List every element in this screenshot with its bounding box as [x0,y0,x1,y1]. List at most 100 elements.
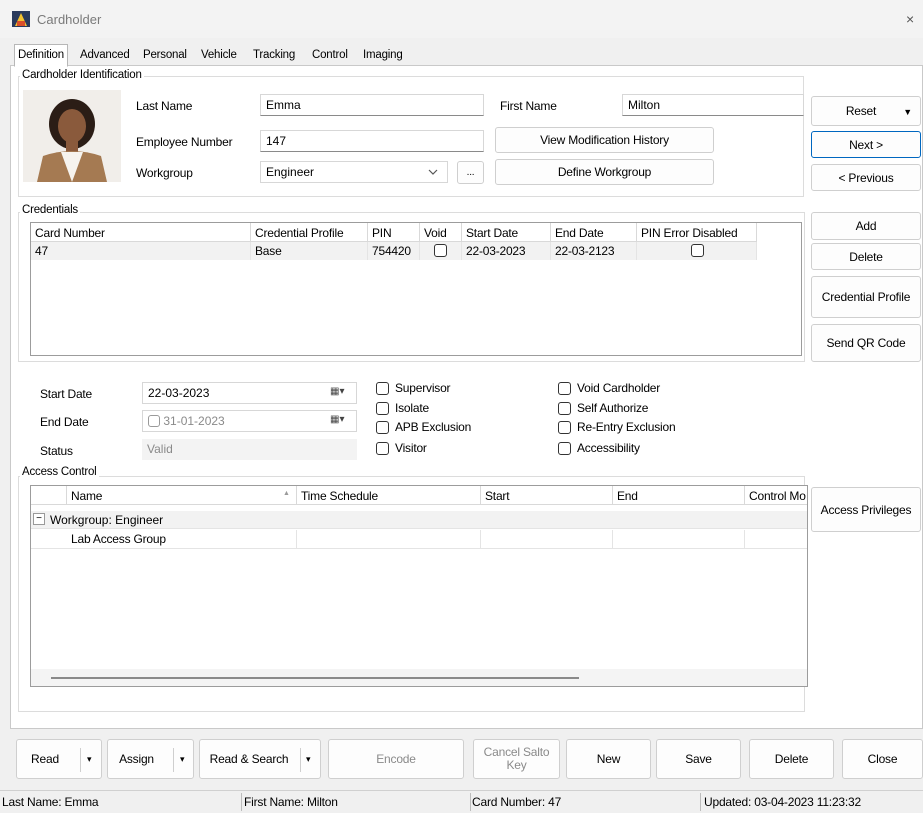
cell-card-number: 47 [31,242,251,260]
end-date-picker[interactable]: 31-01-2023 [142,410,357,432]
tab-imaging[interactable]: Imaging [359,44,407,66]
end-date-checkbox[interactable] [148,415,160,427]
re-entry-exclusion-checkbox[interactable]: Re-Entry Exclusion [558,420,676,434]
cell-control-mode [745,530,807,548]
delete-button[interactable]: Delete [749,739,834,779]
encode-button[interactable]: Encode [328,739,464,779]
checkbox-box [376,381,389,395]
save-button[interactable]: Save [656,739,741,779]
access-control-table[interactable]: Name ▲ Time Schedule Start End Control M… [30,485,808,687]
close-button[interactable]: Close [842,739,923,779]
col-end[interactable]: End [613,486,745,505]
checkbox-box [558,401,571,415]
cell-time-schedule [297,530,481,548]
close-icon[interactable]: × [906,11,914,27]
tab-personal[interactable]: Personal [139,44,191,66]
status-label: Status [40,444,73,458]
col-name[interactable]: Name ▲ [67,486,297,505]
calendar-dropdown-icon[interactable]: ▦▾ [330,386,344,397]
first-name-input[interactable]: Milton [622,94,804,116]
access-privileges-button[interactable]: Access Privileges [811,487,921,532]
send-qr-code-button[interactable]: Send QR Code [811,324,921,362]
checkbox-label: Supervisor [395,381,451,395]
title-bar: Cardholder × [0,0,923,38]
col-card-number[interactable]: Card Number [31,223,251,242]
workgroup-select[interactable]: Engineer [260,161,448,183]
end-date-value: 31-01-2023 [163,414,225,428]
previous-button[interactable]: < Previous [811,164,921,191]
status-first-name: First Name: Milton [244,795,338,809]
credential-profile-button[interactable]: Credential Profile [811,276,921,318]
cell-pin: 754420 [368,242,420,260]
new-button[interactable]: New [566,739,651,779]
credentials-group-label: Credentials [20,204,80,216]
checkbox-label: Visitor [395,441,427,455]
tab-advanced[interactable]: Advanced [76,44,134,66]
read-split-button[interactable]: Read ▾ [16,739,102,779]
employee-number-input[interactable]: 147 [260,130,484,152]
col-end-date[interactable]: End Date [551,223,637,242]
visitor-checkbox[interactable]: Visitor [376,441,427,455]
scrollbar-thumb[interactable] [51,677,579,679]
supervisor-checkbox[interactable]: Supervisor [376,381,451,395]
access-group-name: Lab Access Group [71,532,166,546]
table-row[interactable]: Lab Access Group [31,530,807,549]
cancel-salto-key-button[interactable]: Cancel Salto Key [473,739,560,779]
credentials-table[interactable]: Card Number Credential Profile PIN Void … [30,222,802,356]
checkbox-label: Self Authorize [577,401,649,415]
add-credential-button[interactable]: Add [811,212,921,240]
apb-exclusion-checkbox[interactable]: APB Exclusion [376,420,471,434]
col-void[interactable]: Void [420,223,462,242]
tab-control[interactable]: Control [308,44,352,66]
view-modification-history-button[interactable]: View Modification History [495,127,714,153]
col-start[interactable]: Start [481,486,613,505]
read-search-split-button[interactable]: Read & Search ▾ [199,739,321,779]
collapse-icon[interactable]: − [33,513,45,525]
sort-ascending-icon: ▲ [283,490,290,497]
read-button-label: Read [31,752,59,766]
tab-tracking[interactable]: Tracking [249,44,299,66]
horizontal-scrollbar[interactable] [31,669,807,686]
chevron-down-icon[interactable] [428,168,438,176]
isolate-checkbox[interactable]: Isolate [376,401,429,415]
workgroup-browse-button[interactable]: ... [457,161,484,184]
col-start-date[interactable]: Start Date [462,223,551,242]
col-pin-error-disabled[interactable]: PIN Error Disabled [637,223,757,242]
start-date-value: 22-03-2023 [148,386,210,400]
cell-pin-error-disabled [637,242,757,260]
assign-split-button[interactable]: Assign ▾ [107,739,194,779]
cell-start-date: 22-03-2023 [462,242,551,260]
assign-dropdown-icon[interactable]: ▾ [180,754,185,765]
checkbox-label: Accessibility [577,441,640,455]
void-checkbox[interactable] [434,244,447,257]
reset-button-label: Reset [845,104,877,118]
checkbox-label: Re-Entry Exclusion [577,420,676,434]
split-divider [300,748,301,772]
accessibility-checkbox[interactable]: Accessibility [558,441,640,455]
read-search-dropdown-icon[interactable]: ▾ [306,754,311,765]
col-control-mode[interactable]: Control Mo [745,486,807,505]
define-workgroup-button[interactable]: Define Workgroup [495,159,714,185]
workgroup-label: Workgroup [136,166,193,180]
group-row[interactable]: − Workgroup: Engineer [31,511,807,529]
last-name-input[interactable]: Emma [260,94,484,116]
self-authorize-checkbox[interactable]: Self Authorize [558,401,648,415]
status-last-name: Last Name: Emma [2,795,99,809]
tab-definition[interactable]: Definition [14,44,68,67]
reset-button[interactable]: Reset ▼ [811,96,921,126]
cardholder-app-icon [12,11,30,27]
checkbox-box [376,401,389,415]
col-pin[interactable]: PIN [368,223,420,242]
pin-error-disabled-checkbox[interactable] [691,244,704,257]
tab-vehicle[interactable]: Vehicle [197,44,241,66]
table-row[interactable]: 47 Base 754420 22-03-2023 22-03-2123 [31,242,757,260]
col-credential-profile[interactable]: Credential Profile [251,223,368,242]
delete-credential-button[interactable]: Delete [811,243,921,270]
reset-dropdown-icon: ▼ [903,107,912,117]
read-dropdown-icon[interactable]: ▾ [87,754,92,765]
next-button[interactable]: Next > [811,131,921,158]
calendar-dropdown-icon[interactable]: ▦▾ [330,414,344,425]
void-cardholder-checkbox[interactable]: Void Cardholder [558,381,660,395]
col-time-schedule[interactable]: Time Schedule [297,486,481,505]
start-date-picker[interactable]: 22-03-2023 [142,382,357,404]
